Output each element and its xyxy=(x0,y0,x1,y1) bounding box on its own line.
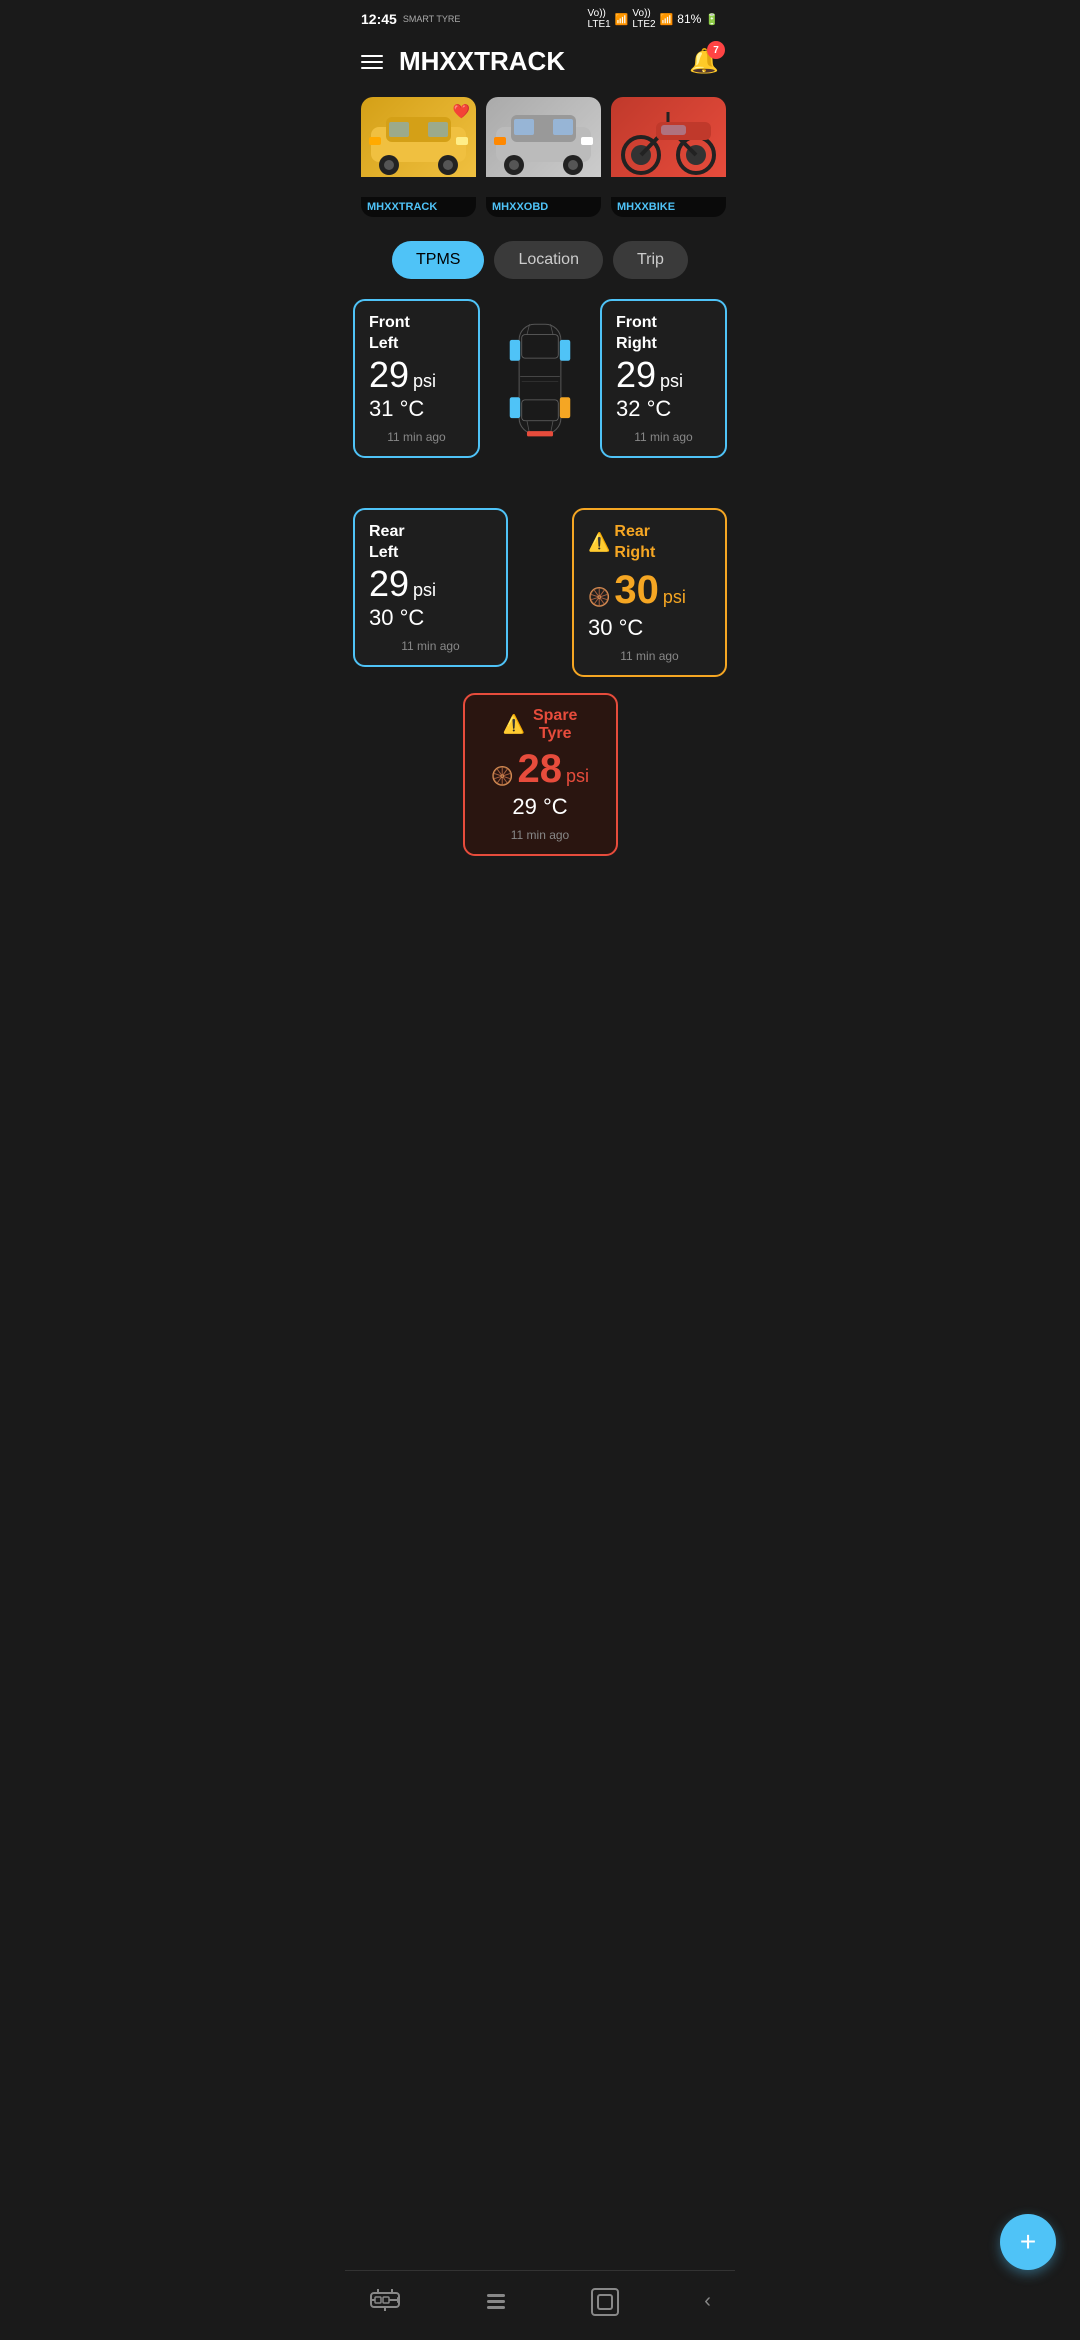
signal2-icon: 📶 xyxy=(660,13,674,26)
car-diagram-top xyxy=(480,299,600,439)
spare-header: ⚠️ SpareTyre xyxy=(479,707,602,743)
volte1-icon: Vo))LTE1 xyxy=(588,8,611,30)
spare-tyre-row: ⚠️ SpareTyre 🛞 28 psi 29 °C 11 min ago xyxy=(353,693,727,856)
notification-badge: 7 xyxy=(707,41,725,59)
rear-left-pressure-row: 29 psi xyxy=(369,564,492,604)
bottom-navigation: ‹ xyxy=(345,2270,735,2340)
rear-left-pressure: 29 xyxy=(369,564,409,604)
warning-icon-spare: ⚠️ xyxy=(503,714,525,735)
vehicle-card-mhxxtrack[interactable]: ❤️ MHXXTRACK xyxy=(361,97,476,217)
engine-icon[interactable] xyxy=(369,2283,401,2320)
rear-tyre-row: RearLeft 29 psi 30 °C 11 min ago ⚠️ Rear… xyxy=(353,428,727,677)
vehicle-card-image-3 xyxy=(611,97,726,177)
vehicle-card-mhxxobd[interactable]: MHXXOBD xyxy=(486,97,601,217)
spare-name: SpareTyre xyxy=(533,707,577,743)
tyre-flat-icon: 🛞 xyxy=(588,587,610,608)
front-right-temp: 32 °C xyxy=(616,396,711,422)
notification-button[interactable]: 🔔 7 xyxy=(689,47,719,76)
rear-left-name: RearLeft xyxy=(369,522,492,564)
back-button[interactable]: ‹ xyxy=(704,2290,711,2313)
spare-pressure: 28 xyxy=(517,747,562,792)
recents-bar-2 xyxy=(487,2300,505,2303)
tpms-content: FrontLeft 29 psi 31 °C 11 min ago xyxy=(345,299,735,964)
spare-time: 11 min ago xyxy=(479,828,602,842)
rear-left-time: 11 min ago xyxy=(369,639,492,653)
vehicle-cards-list: ❤️ MHXXTRACK MHXXOBD xyxy=(345,89,735,233)
signal1-icon: 📶 xyxy=(615,13,629,26)
rear-left-unit: psi xyxy=(413,580,436,601)
recents-bar-3 xyxy=(487,2306,505,2309)
front-right-pressure-row: 29 psi xyxy=(616,355,711,395)
vehicle-name-mhxxobd: MHXXOBD xyxy=(486,197,601,217)
front-right-pressure: 29 xyxy=(616,355,656,395)
smart-tyre-label: SMART TYRE xyxy=(403,15,461,24)
front-right-name: FrontRight xyxy=(616,313,711,355)
menu-button[interactable] xyxy=(361,55,383,69)
car-top-view-svg xyxy=(480,319,600,439)
recents-bar-1 xyxy=(487,2294,505,2297)
tab-location[interactable]: Location xyxy=(494,241,603,279)
vehicle-card-mhxxbike[interactable]: MHXXBIKE xyxy=(611,97,726,217)
menu-line-2 xyxy=(361,61,383,63)
front-right-unit: psi xyxy=(660,371,683,392)
volte2-icon: Vo))LTE2 xyxy=(632,8,655,30)
vehicle-name-mhxxtrack: MHXXTRACK xyxy=(361,197,476,217)
home-square-icon xyxy=(597,2294,613,2310)
tab-tpms[interactable]: TPMS xyxy=(392,241,484,279)
menu-line-1 xyxy=(361,55,383,57)
status-time: 12:45 xyxy=(361,11,397,27)
spare-tyre-icon: 🛞 xyxy=(491,766,513,787)
tab-bar: TPMS Location Trip xyxy=(345,233,735,299)
engine-svg xyxy=(369,2283,401,2315)
rear-right-card: ⚠️ RearRight 🛞 30 psi 30 °C 11 min ago xyxy=(572,508,727,677)
rear-right-header: ⚠️ RearRight xyxy=(588,522,711,564)
tab-trip[interactable]: Trip xyxy=(613,241,688,279)
warning-icon-rear-right: ⚠️ xyxy=(588,532,610,553)
front-left-unit: psi xyxy=(413,371,436,392)
rear-right-name: RearRight xyxy=(614,522,655,564)
front-left-temp: 31 °C xyxy=(369,396,464,422)
rear-right-temp: 30 °C xyxy=(588,615,711,641)
battery-label: 81% xyxy=(677,12,701,26)
favorite-icon: ❤️ xyxy=(453,103,470,120)
front-left-pressure-row: 29 psi xyxy=(369,355,464,395)
rear-right-pressure: 30 xyxy=(614,568,659,613)
front-left-name: FrontLeft xyxy=(369,313,464,355)
fab-add-button[interactable]: + xyxy=(1000,2214,1056,2270)
bike-illustration xyxy=(611,97,726,177)
rear-left-temp: 30 °C xyxy=(369,605,492,631)
battery-icon: 🔋 xyxy=(705,13,719,26)
header: MHXXTRACK 🔔 7 xyxy=(345,34,735,89)
spare-pressure-row: 🛞 28 psi xyxy=(479,747,602,792)
rear-left-card: RearLeft 29 psi 30 °C 11 min ago xyxy=(353,508,508,667)
vehicle-name-mhxxbike: MHXXBIKE xyxy=(611,197,726,217)
fab-plus-icon: + xyxy=(1020,2226,1036,2258)
spare-tyre-card: ⚠️ SpareTyre 🛞 28 psi 29 °C 11 min ago xyxy=(463,693,618,856)
status-icons: Vo))LTE1 📶 Vo))LTE2 📶 81% 🔋 xyxy=(588,8,719,30)
menu-line-3 xyxy=(361,67,383,69)
spare-temp: 29 °C xyxy=(479,794,602,820)
rear-right-unit: psi xyxy=(663,587,686,608)
recent-apps-button[interactable] xyxy=(487,2294,505,2309)
rear-right-pressure-row: 🛞 30 psi xyxy=(588,568,711,613)
car-illustration-silver xyxy=(486,97,601,177)
vehicle-card-image-2 xyxy=(486,97,601,177)
rear-right-time: 11 min ago xyxy=(588,649,711,663)
app-title: MHXXTRACK xyxy=(399,46,565,77)
tpms-grid: FrontLeft 29 psi 31 °C 11 min ago xyxy=(345,299,735,864)
spare-unit: psi xyxy=(566,766,589,787)
home-button[interactable] xyxy=(591,2288,619,2316)
front-left-pressure: 29 xyxy=(369,355,409,395)
status-bar: 12:45 SMART TYRE Vo))LTE1 📶 Vo))LTE2 📶 8… xyxy=(345,0,735,34)
